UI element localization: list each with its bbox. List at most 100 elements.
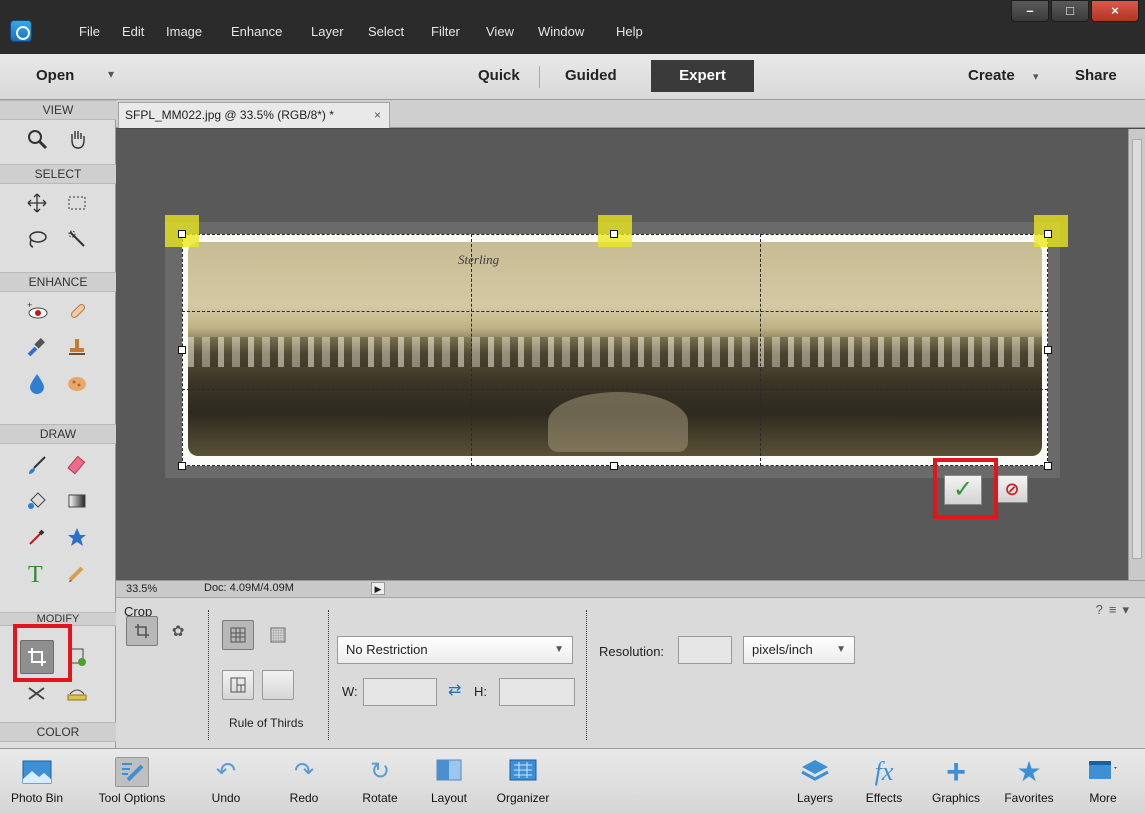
blur-tool-icon[interactable] xyxy=(20,366,54,400)
status-menu-arrow-icon[interactable]: ▶ xyxy=(371,582,385,595)
crop-handle-middle-right[interactable] xyxy=(1044,346,1052,354)
section-select: SELECT xyxy=(0,164,116,184)
crop-handle-bottom-right[interactable] xyxy=(1044,462,1052,470)
custom-shape-tool-icon[interactable] xyxy=(60,520,94,554)
crop-handle-middle-left[interactable] xyxy=(178,346,186,354)
gradient-tool-icon[interactable] xyxy=(60,484,94,518)
grid-overlay-golden-ratio-icon[interactable] xyxy=(222,670,254,700)
eraser-tool-icon[interactable] xyxy=(60,448,94,482)
cookie-cutter-icon[interactable]: ✿ xyxy=(162,616,194,646)
grid-overlay-thirds-icon[interactable] xyxy=(222,620,254,650)
photo-bin-button[interactable]: Photo Bin xyxy=(6,749,68,814)
chevron-down-icon[interactable]: ▾ xyxy=(108,67,114,81)
favorites-button[interactable]: ★ Favorites xyxy=(996,749,1062,814)
menu-window[interactable]: Window xyxy=(538,24,584,39)
sponge-tool-icon[interactable] xyxy=(60,366,94,400)
pencil-tool-icon[interactable] xyxy=(60,556,94,590)
undo-button[interactable]: ↶ Undo xyxy=(202,749,250,814)
quick-selection-tool-icon[interactable] xyxy=(60,222,94,256)
scrollbar-thumb[interactable] xyxy=(1132,139,1142,559)
tab-guided[interactable]: Guided xyxy=(565,67,617,84)
menu-filter[interactable]: Filter xyxy=(431,24,460,39)
document-size: Doc: 4.09M/4.09M xyxy=(204,582,294,594)
eyedropper-tool-icon[interactable] xyxy=(20,520,54,554)
organizer-button[interactable]: Organizer xyxy=(488,749,558,814)
red-eye-tool-icon[interactable]: + xyxy=(20,294,54,328)
create-button[interactable]: Create xyxy=(968,67,1015,84)
window-controls: – □ × xyxy=(1011,0,1139,22)
menu-image[interactable]: Image xyxy=(166,24,202,39)
section-draw: DRAW xyxy=(0,424,116,444)
close-tab-icon[interactable]: × xyxy=(374,103,381,127)
open-button[interactable]: Open xyxy=(36,67,74,84)
layout-label: Layout xyxy=(430,791,468,805)
smart-brush-icon[interactable] xyxy=(20,330,54,364)
resolution-unit-value: pixels/inch xyxy=(752,642,813,657)
create-chevron-icon[interactable]: ▾ xyxy=(1033,70,1039,83)
crop-handle-bottom-center[interactable] xyxy=(610,462,618,470)
graphics-button[interactable]: + Graphics xyxy=(924,749,988,814)
clone-stamp-icon[interactable] xyxy=(60,330,94,364)
menu-view[interactable]: View xyxy=(486,24,514,39)
zoom-tool-icon[interactable] xyxy=(20,122,54,156)
resolution-field[interactable] xyxy=(678,636,732,664)
crop-handle-bottom-left[interactable] xyxy=(178,462,186,470)
crop-handle-top-center[interactable] xyxy=(610,230,618,238)
layout-button[interactable]: Layout xyxy=(424,749,474,814)
layers-button[interactable]: Layers xyxy=(790,749,840,814)
menu-help[interactable]: Help xyxy=(616,24,643,39)
divider xyxy=(208,610,209,740)
app-logo-icon xyxy=(10,20,32,42)
close-window-button[interactable]: × xyxy=(1091,0,1139,22)
grid-overlay-grid-icon[interactable] xyxy=(262,620,294,650)
tool-options-label: Tool Options xyxy=(98,791,166,805)
share-button[interactable]: Share xyxy=(1075,67,1117,84)
effects-button[interactable]: fx Effects xyxy=(858,749,910,814)
grid-overlay-none-icon[interactable] xyxy=(262,670,294,700)
thirds-line-h2 xyxy=(182,389,1048,390)
commit-highlight-frame xyxy=(933,458,998,519)
document-tab[interactable]: SFPL_MM022.jpg @ 33.5% (RGB/8*) * × xyxy=(118,102,390,128)
menu-file[interactable]: File xyxy=(79,24,100,39)
maximize-button[interactable]: □ xyxy=(1051,0,1089,22)
paint-bucket-icon[interactable] xyxy=(20,484,54,518)
tool-options-button[interactable]: Tool Options xyxy=(72,749,192,814)
redo-button[interactable]: ↷ Redo xyxy=(280,749,328,814)
more-button[interactable]: More xyxy=(1078,749,1128,814)
crop-handle-top-right[interactable] xyxy=(1044,230,1052,238)
tool-options-panel: Crop ?≡▾ ✿ Rule of Thirds No Restriction… xyxy=(116,597,1145,748)
spot-healing-brush-icon[interactable] xyxy=(60,294,94,328)
marquee-tool-icon[interactable] xyxy=(60,186,94,220)
crop-box[interactable] xyxy=(182,234,1048,466)
move-tool-icon[interactable] xyxy=(20,186,54,220)
zoom-level[interactable]: 33.5% xyxy=(126,583,157,595)
resolution-unit-select[interactable]: pixels/inch ▼ xyxy=(743,636,855,664)
undo-label: Undo xyxy=(211,791,241,805)
thirds-line-h1 xyxy=(182,311,1048,312)
menu-layer[interactable]: Layer xyxy=(311,24,344,39)
aspect-ratio-select[interactable]: No Restriction ▼ xyxy=(337,636,573,664)
height-field[interactable] xyxy=(499,678,575,706)
cancel-crop-button[interactable]: ⊘ xyxy=(996,475,1028,503)
favorites-label: Favorites xyxy=(1004,791,1054,805)
width-field[interactable] xyxy=(363,678,437,706)
hand-tool-icon[interactable] xyxy=(60,122,94,156)
swap-dimensions-icon[interactable]: ⇄ xyxy=(448,680,461,700)
svg-text:T: T xyxy=(28,562,43,585)
minimize-button[interactable]: – xyxy=(1011,0,1049,22)
text-tool-icon[interactable]: T xyxy=(20,556,54,590)
menu-enhance[interactable]: Enhance xyxy=(231,24,282,39)
height-label: H: xyxy=(474,684,487,699)
rotate-button[interactable]: ↻ Rotate xyxy=(352,749,408,814)
menu-edit[interactable]: Edit xyxy=(122,24,144,39)
crop-handle-top-left[interactable] xyxy=(178,230,186,238)
tab-expert[interactable]: Expert xyxy=(651,60,754,92)
vertical-scrollbar[interactable] xyxy=(1128,129,1145,580)
menu-select[interactable]: Select xyxy=(368,24,404,39)
brush-tool-icon[interactable] xyxy=(20,448,54,482)
panel-options-icons[interactable]: ?≡▾ xyxy=(1096,602,1135,618)
tab-quick[interactable]: Quick xyxy=(478,67,520,84)
crop-mode-icon[interactable] xyxy=(126,616,158,646)
lasso-tool-icon[interactable] xyxy=(20,222,54,256)
effects-icon: fx xyxy=(874,757,894,786)
